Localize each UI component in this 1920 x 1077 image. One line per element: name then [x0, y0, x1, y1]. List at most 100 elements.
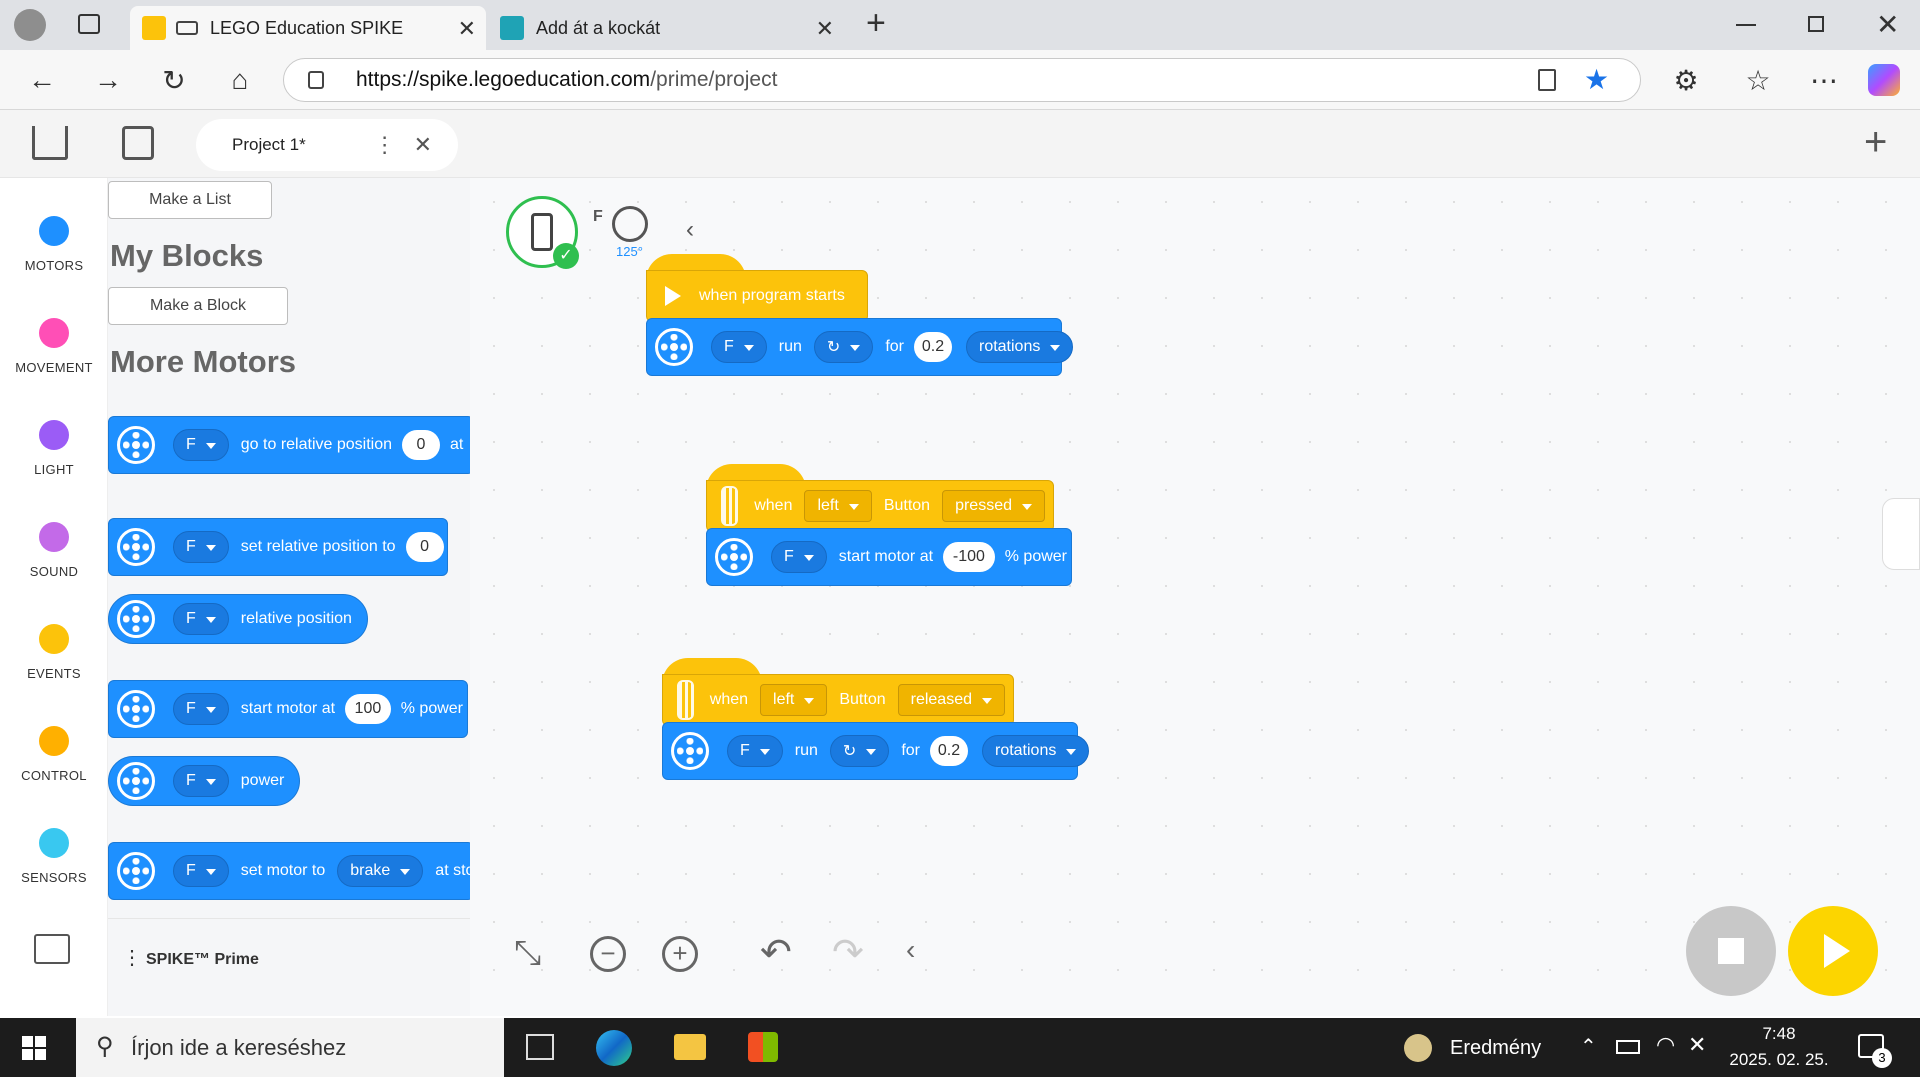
close-window-icon[interactable]: ✕ — [1876, 8, 1899, 41]
wifi-icon[interactable]: ◠ — [1656, 1032, 1675, 1058]
edge-icon[interactable] — [596, 1030, 632, 1066]
favorite-star-icon[interactable]: ★ — [1584, 63, 1609, 96]
value-input[interactable]: 100 — [345, 694, 391, 724]
favorites-icon[interactable]: ☆ — [1742, 64, 1774, 96]
file-explorer-icon[interactable] — [674, 1034, 706, 1060]
port-dropdown[interactable]: F — [173, 429, 229, 461]
category-motors[interactable]: MOTORS — [0, 216, 108, 273]
battery-icon[interactable] — [1616, 1040, 1640, 1054]
weather-icon[interactable] — [1404, 1034, 1432, 1062]
project-tab[interactable]: Project 1* ⋮ ✕ — [196, 119, 458, 171]
block-go-to-relative-position[interactable]: F go to relative position 0 at — [108, 416, 470, 474]
reading-mode-icon[interactable] — [1538, 69, 1556, 91]
tab-actions-icon[interactable] — [78, 14, 100, 34]
redo-icon[interactable]: ↷ — [832, 930, 864, 975]
port-dropdown[interactable]: F — [173, 531, 229, 563]
port-dropdown[interactable]: F — [771, 541, 827, 573]
category-control[interactable]: CONTROL — [0, 726, 108, 783]
zoom-in-icon[interactable]: + — [662, 936, 698, 972]
taskbar-search[interactable]: ⚲ Írjon ide a kereséshez — [76, 1018, 504, 1077]
new-tab-button[interactable]: + — [866, 4, 886, 43]
kit-menu-icon[interactable]: ⋮ — [122, 945, 142, 970]
make-list-button[interactable]: Make a List — [108, 181, 272, 219]
volume-icon[interactable]: ✕ — [1688, 1032, 1706, 1058]
value-input[interactable]: 0.2 — [913, 332, 952, 362]
tab-add-at[interactable]: Add át a kockát ✕ — [492, 6, 844, 50]
port-dropdown[interactable]: F — [173, 765, 229, 797]
button-dropdown[interactable]: left — [760, 684, 828, 716]
refresh-icon[interactable]: ↻ — [158, 64, 190, 96]
minimize-icon[interactable] — [1736, 24, 1756, 26]
direction-dropdown[interactable]: ↻ — [813, 331, 874, 363]
weather-label[interactable]: Eredmény — [1450, 1037, 1541, 1060]
when-button-released-block[interactable]: when left Button released — [662, 674, 1014, 726]
tray-overflow-icon[interactable]: ⌃ — [1580, 1034, 1597, 1059]
restore-icon[interactable] — [1808, 16, 1824, 32]
clock[interactable]: 7:48 2025. 02. 25. — [1724, 1024, 1834, 1070]
port-dropdown[interactable]: F — [173, 693, 229, 725]
port-dropdown[interactable]: F — [727, 735, 783, 767]
start-motor-block[interactable]: F start motor at -100 % power — [706, 528, 1072, 586]
home-icon[interactable] — [32, 126, 68, 160]
more-menu-icon[interactable]: ⋯ — [1808, 64, 1840, 96]
task-view-icon[interactable] — [526, 1034, 554, 1060]
unit-dropdown[interactable]: rotations — [981, 735, 1090, 767]
add-project-button[interactable]: + — [1864, 120, 1887, 165]
port-dropdown[interactable]: F — [711, 331, 767, 363]
back-icon[interactable]: ← — [26, 64, 58, 96]
extensions-icon[interactable]: ⚙ — [1670, 64, 1702, 96]
port-dropdown[interactable]: F — [173, 855, 229, 887]
code-canvas[interactable]: ✓ F 125° ‹ when program starts F run ↻ f… — [470, 178, 1920, 1016]
address-bar[interactable]: https://spike.legoeducation.com/prime/pr… — [283, 58, 1641, 102]
profile-avatar-icon[interactable] — [14, 9, 46, 41]
category-events[interactable]: EVENTS — [0, 624, 108, 681]
category-movement[interactable]: MOVEMENT — [0, 318, 108, 375]
store-icon[interactable] — [748, 1032, 778, 1062]
block-set-relative-position[interactable]: F set relative position to 0 — [108, 518, 448, 576]
side-panel-handle[interactable] — [1882, 498, 1920, 570]
motor-run-block[interactable]: F run ↻ for 0.2 rotations — [646, 318, 1074, 376]
tab-lego-spike[interactable]: LEGO Education SPIKE ✕ — [130, 6, 486, 50]
when-program-starts-block[interactable]: when program starts — [646, 270, 868, 322]
block-power[interactable]: F power — [108, 756, 300, 806]
lock-icon[interactable] — [308, 71, 324, 89]
block-set-motor-to[interactable]: F set motor to brake at stop — [108, 842, 470, 900]
category-sensors[interactable]: SENSORS — [0, 828, 108, 885]
category-light[interactable]: LIGHT — [0, 420, 108, 477]
value-input[interactable]: 0.2 — [929, 736, 968, 766]
close-tab-icon[interactable]: ✕ — [816, 16, 834, 42]
save-icon[interactable] — [122, 126, 154, 160]
collapse-toolbar-icon[interactable]: ‹ — [906, 934, 915, 966]
state-dropdown[interactable]: pressed — [942, 490, 1045, 522]
port-dropdown[interactable]: F — [173, 603, 229, 635]
hub-connection-icon[interactable]: ✓ — [506, 196, 579, 269]
close-project-icon[interactable]: ✕ — [414, 132, 432, 158]
extensions-add-icon[interactable] — [34, 934, 70, 964]
close-tab-icon[interactable]: ✕ — [458, 16, 476, 42]
state-dropdown[interactable]: released — [897, 684, 1005, 716]
stop-mode-dropdown[interactable]: brake — [337, 855, 424, 887]
block-relative-position[interactable]: F relative position — [108, 594, 368, 644]
value-input[interactable]: 0 — [401, 430, 440, 460]
direction-dropdown[interactable]: ↻ — [829, 735, 890, 767]
motor-run-block[interactable]: F run ↻ for 0.2 rotations — [662, 722, 1090, 780]
undo-icon[interactable]: ↶ — [760, 930, 792, 975]
make-block-button[interactable]: Make a Block — [108, 287, 288, 325]
unit-dropdown[interactable]: rotations — [965, 331, 1074, 363]
copilot-icon[interactable] — [1868, 64, 1900, 96]
block-start-motor-at[interactable]: F start motor at 100 % power — [108, 680, 468, 738]
fit-to-screen-icon[interactable]: ⤡ — [514, 934, 541, 973]
project-menu-icon[interactable]: ⋮ — [374, 132, 396, 158]
when-button-pressed-block[interactable]: when left Button pressed — [706, 480, 1054, 532]
home-icon[interactable]: ⌂ — [224, 64, 256, 96]
collapse-device-icon[interactable]: ‹ — [686, 216, 694, 244]
windows-start-icon[interactable] — [22, 1036, 46, 1060]
forward-icon[interactable]: → — [92, 64, 124, 96]
run-button[interactable] — [1788, 906, 1878, 996]
stop-button[interactable] — [1686, 906, 1776, 996]
category-sound[interactable]: SOUND — [0, 522, 108, 579]
button-dropdown[interactable]: left — [804, 490, 872, 522]
value-input[interactable]: -100 — [943, 542, 995, 572]
value-input[interactable]: 0 — [405, 532, 444, 562]
zoom-out-icon[interactable]: − — [590, 936, 626, 972]
